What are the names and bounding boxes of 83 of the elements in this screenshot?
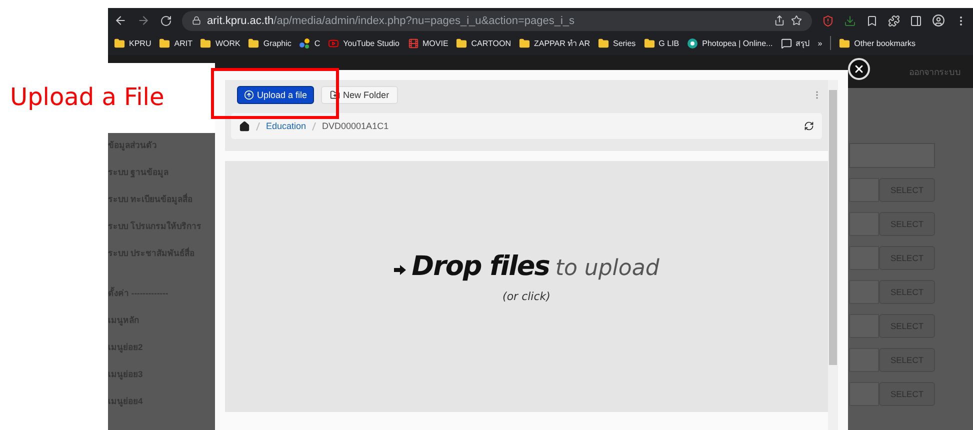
- bookmark-label: ARIT: [174, 38, 192, 48]
- bookmark-label: ZAPPAR ทำ AR: [534, 38, 590, 50]
- bookmark-item[interactable]: KPRU: [114, 38, 152, 48]
- arrow-icon: [394, 264, 406, 274]
- file-field[interactable]: [849, 178, 879, 202]
- bookmark-item[interactable]: G LIB: [644, 38, 680, 48]
- forward-icon[interactable]: [137, 14, 150, 27]
- folder-icon: [248, 38, 260, 48]
- drop-subtitle: to upload: [555, 256, 660, 280]
- bookmark-label: สรุป: [796, 38, 810, 50]
- bookmark-item[interactable]: สรุป: [780, 36, 810, 50]
- folder-icon: [200, 38, 212, 48]
- bookmark-item[interactable]: Other bookmarks: [839, 38, 916, 48]
- lock-icon: [192, 16, 201, 25]
- bookmark-item[interactable]: C: [299, 38, 320, 48]
- side-panel-icon[interactable]: [910, 14, 922, 26]
- avatar-icon[interactable]: [932, 14, 945, 27]
- file-field[interactable]: [849, 280, 879, 304]
- bookmark-label: MOVIE: [422, 38, 448, 48]
- file-field[interactable]: [849, 382, 879, 406]
- file-field[interactable]: [849, 348, 879, 372]
- share-icon[interactable]: [774, 15, 785, 26]
- bookmark-label: Series: [612, 38, 636, 48]
- play-icon: [328, 38, 340, 48]
- folder-icon: [114, 38, 125, 48]
- drop-title: Drop files: [412, 250, 550, 282]
- star-icon[interactable]: [791, 15, 802, 26]
- bookmark-item[interactable]: WORK: [200, 38, 240, 48]
- folder-icon: [598, 38, 609, 48]
- address-bar[interactable]: arit.kpru.ac.th/ap/media/admin/index.php?nu=pages_i_u&action=pages_i_s: [182, 10, 812, 30]
- app-icon: [687, 38, 698, 48]
- refresh-icon[interactable]: [804, 121, 814, 131]
- bookmark-label: CARTOON: [471, 38, 511, 48]
- folder-icon: [644, 38, 655, 48]
- extensions-icon[interactable]: [888, 14, 900, 26]
- bookmark-item[interactable]: YouTube Studio: [328, 38, 400, 48]
- drop-hint: (or click): [502, 290, 550, 302]
- upload-icon: [244, 90, 254, 100]
- folder-icon: [519, 38, 530, 48]
- folder-icon: [456, 38, 468, 48]
- drop-zone[interactable]: Drop files to upload (or click): [225, 161, 828, 412]
- bookmark-label: Photopea | Online...: [702, 38, 773, 48]
- close-icon: [853, 63, 865, 75]
- bookmark-label: C: [314, 38, 320, 48]
- folder-icon: [839, 38, 850, 48]
- breadcrumb-link[interactable]: Education: [266, 121, 306, 131]
- slash-icon: [256, 122, 260, 130]
- bookmark-item[interactable]: CARTOON: [456, 38, 511, 48]
- folder-plus-icon: [330, 90, 340, 100]
- dots-icon: [299, 38, 310, 48]
- bookmark-label: G LIB: [658, 38, 680, 48]
- file-field[interactable]: [849, 246, 879, 270]
- file-field[interactable]: [849, 314, 879, 338]
- bookmark-icon[interactable]: [866, 14, 878, 26]
- bookmark-item[interactable]: Graphic: [248, 38, 292, 48]
- new-folder-button[interactable]: New Folder: [321, 86, 398, 104]
- shield-icon[interactable]: [822, 14, 834, 26]
- scrollbar[interactable]: [828, 80, 838, 430]
- url-path: /ap/media/admin/index.php?nu=pages_i_u&action=pages_i_s: [274, 14, 576, 26]
- bookmark-item[interactable]: Series: [598, 38, 636, 48]
- film-icon: [408, 38, 418, 48]
- bookmark-label: WORK: [215, 38, 240, 48]
- url-host: arit.kpru.ac.th: [207, 14, 274, 26]
- upload-button[interactable]: Upload a file: [237, 86, 314, 104]
- bookmark-label: KPRU: [129, 38, 152, 48]
- home-icon[interactable]: [239, 120, 250, 132]
- back-icon[interactable]: [114, 14, 127, 27]
- bookmark-label: YouTube Studio: [343, 38, 400, 48]
- slash-icon: [312, 122, 316, 130]
- download-icon[interactable]: [844, 14, 856, 26]
- current-folder-label: DVD00001A1C1: [322, 121, 389, 131]
- bookmarks-overflow[interactable]: »: [818, 38, 822, 48]
- bookmark-item[interactable]: ZAPPAR ทำ AR: [519, 36, 590, 50]
- folder-icon: [159, 38, 170, 48]
- bookmark-item[interactable]: Photopea | Online...: [687, 38, 773, 48]
- annotation-label: Upload a File: [10, 83, 164, 111]
- reload-icon[interactable]: [160, 14, 172, 26]
- bookmark-label: Other bookmarks: [854, 38, 916, 48]
- chat-icon: [780, 38, 792, 48]
- bookmark-item[interactable]: MOVIE: [408, 38, 448, 48]
- file-field[interactable]: [849, 212, 879, 236]
- bookmark-label: Graphic: [263, 38, 292, 48]
- bookmark-item[interactable]: ARIT: [159, 38, 192, 48]
